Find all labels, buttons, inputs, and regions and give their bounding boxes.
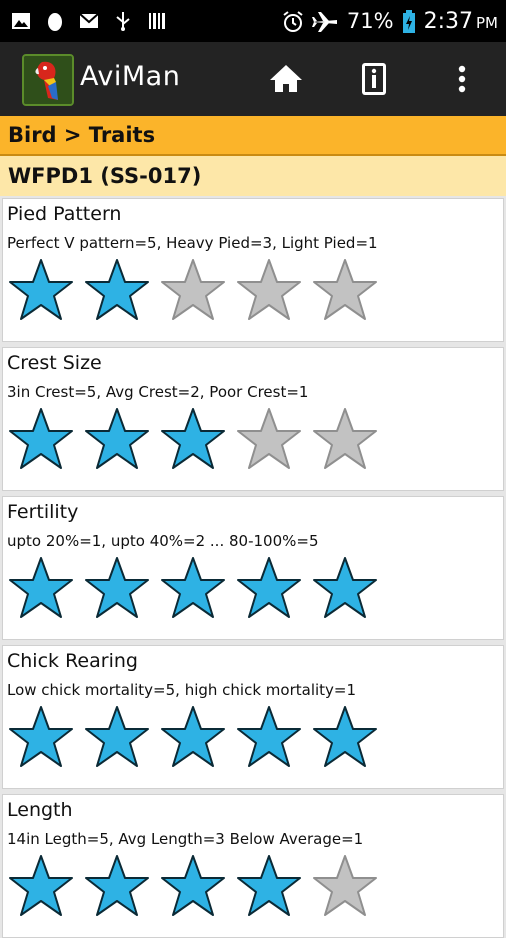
image-icon bbox=[10, 10, 32, 32]
star-filled-icon[interactable] bbox=[83, 406, 151, 472]
clock: 2:37 PM bbox=[424, 9, 498, 34]
star-filled-icon[interactable] bbox=[311, 555, 379, 621]
star-filled-icon[interactable] bbox=[83, 853, 151, 919]
star-filled-icon[interactable] bbox=[7, 704, 75, 770]
system-icons: 71% 2:37 PM bbox=[281, 0, 498, 42]
home-button[interactable] bbox=[266, 59, 306, 99]
home-icon bbox=[270, 65, 302, 92]
status-bar: 71% 2:37 PM bbox=[0, 0, 506, 42]
star-empty-icon[interactable] bbox=[235, 257, 303, 323]
bird-id: WFPD1 (SS-017) bbox=[8, 164, 202, 188]
barcode-icon bbox=[146, 10, 168, 32]
overflow-menu-icon bbox=[458, 65, 466, 93]
usb-icon bbox=[112, 10, 134, 32]
star-filled-icon[interactable] bbox=[159, 853, 227, 919]
overflow-menu-button[interactable] bbox=[442, 59, 482, 99]
trait-card: Pied Pattern Perfect V pattern=5, Heavy P… bbox=[2, 198, 504, 342]
battery-percent: 71% bbox=[346, 9, 394, 33]
star-filled-icon[interactable] bbox=[7, 853, 75, 919]
trait-description: upto 20%=1, upto 40%=2 ... 80-100%=5 bbox=[7, 532, 319, 550]
trait-title: Pied Pattern bbox=[7, 203, 122, 225]
star-filled-icon[interactable] bbox=[159, 704, 227, 770]
trait-title: Fertility bbox=[7, 501, 79, 523]
battery-icon bbox=[402, 10, 416, 33]
star-empty-icon[interactable] bbox=[311, 406, 379, 472]
breadcrumb: Bird > Traits bbox=[0, 116, 506, 156]
star-filled-icon[interactable] bbox=[7, 257, 75, 323]
trait-description: Perfect V pattern=5, Heavy Pied=3, Light… bbox=[7, 234, 378, 252]
star-empty-icon[interactable] bbox=[235, 406, 303, 472]
clock-time: 2:37 bbox=[423, 8, 473, 34]
trait-title: Length bbox=[7, 799, 73, 821]
star-filled-icon[interactable] bbox=[235, 555, 303, 621]
info-button[interactable] bbox=[354, 59, 394, 99]
trait-card: Crest Size 3in Crest=5, Avg Crest=2, Poor… bbox=[2, 347, 504, 491]
alarm-icon bbox=[281, 10, 303, 32]
star-filled-icon[interactable] bbox=[83, 555, 151, 621]
star-filled-icon[interactable] bbox=[83, 257, 151, 323]
trait-description: 14in Legth=5, Avg Length=3 Below Average… bbox=[7, 830, 364, 848]
trait-card: Fertility upto 20%=1, upto 40%=2 ... 80-1… bbox=[2, 496, 504, 640]
star-filled-icon[interactable] bbox=[235, 853, 303, 919]
breadcrumb-text: Bird > Traits bbox=[8, 123, 156, 147]
star-filled-icon[interactable] bbox=[159, 555, 227, 621]
info-icon bbox=[362, 63, 386, 95]
star-empty-icon[interactable] bbox=[159, 257, 227, 323]
trait-description: Low chick mortality=5, high chick mortal… bbox=[7, 681, 357, 699]
star-filled-icon[interactable] bbox=[159, 406, 227, 472]
star-filled-icon[interactable] bbox=[7, 406, 75, 472]
star-empty-icon[interactable] bbox=[311, 853, 379, 919]
trait-title: Crest Size bbox=[7, 352, 102, 374]
bird-id-header: WFPD1 (SS-017) bbox=[0, 156, 506, 196]
app-title: AviMan bbox=[80, 61, 181, 92]
clock-ampm: PM bbox=[476, 13, 498, 32]
airplane-icon bbox=[311, 10, 339, 32]
trait-card: Chick Rearing Low chick mortality=5, high… bbox=[2, 645, 504, 789]
trait-description: 3in Crest=5, Avg Crest=2, Poor Crest=1 bbox=[7, 383, 309, 401]
star-filled-icon[interactable] bbox=[7, 555, 75, 621]
gmail-icon bbox=[78, 10, 100, 32]
notification-icons bbox=[10, 0, 168, 42]
star-filled-icon[interactable] bbox=[235, 704, 303, 770]
star-filled-icon[interactable] bbox=[311, 704, 379, 770]
app-logo[interactable] bbox=[22, 54, 74, 106]
action-bar: AviMan bbox=[0, 42, 506, 116]
trait-title: Chick Rearing bbox=[7, 650, 138, 672]
trait-card: Length 14in Legth=5, Avg Length=3 Below A… bbox=[2, 794, 504, 938]
egg-icon bbox=[44, 10, 66, 32]
star-filled-icon[interactable] bbox=[83, 704, 151, 770]
star-empty-icon[interactable] bbox=[311, 257, 379, 323]
